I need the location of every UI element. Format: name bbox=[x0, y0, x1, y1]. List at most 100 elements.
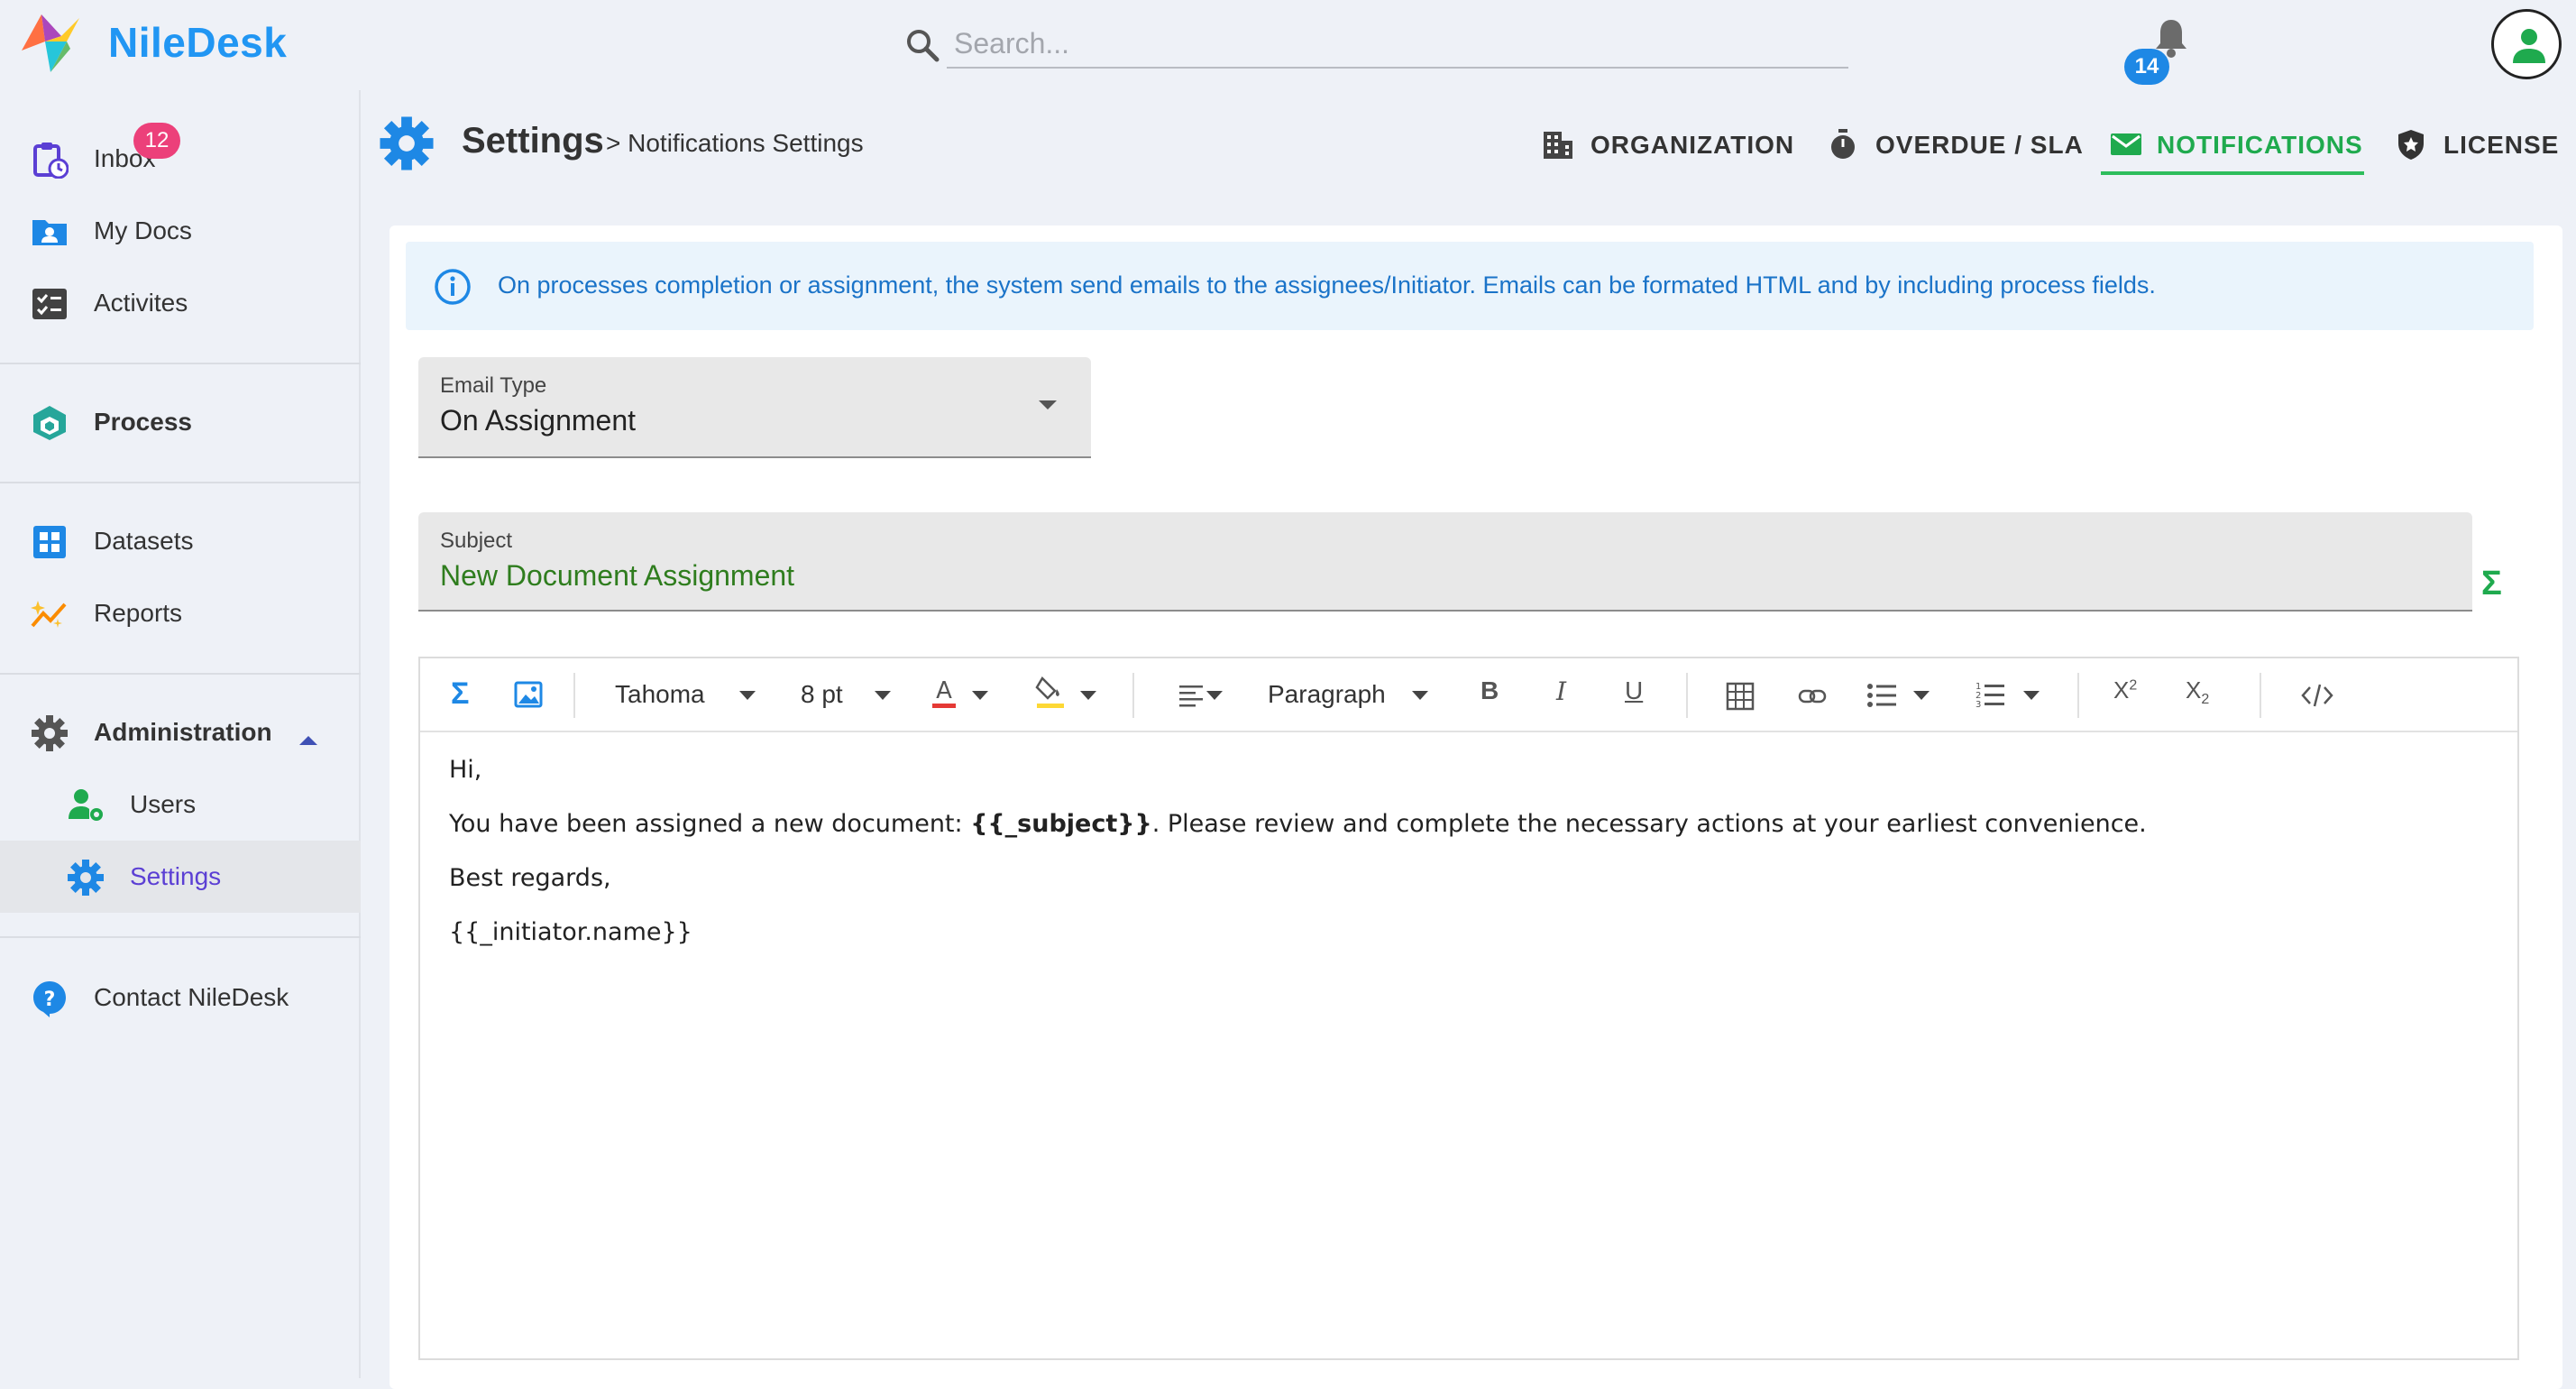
settings-gear-icon bbox=[379, 115, 435, 171]
font-family-select[interactable]: Tahoma bbox=[600, 658, 772, 732]
sidebar-item-datasets[interactable]: Datasets bbox=[0, 505, 361, 577]
insert-field-sigma-icon[interactable]: Σ bbox=[2481, 565, 2502, 603]
insert-table-button[interactable] bbox=[1722, 658, 1758, 732]
image-icon bbox=[514, 680, 543, 709]
brand-name[interactable]: NileDesk bbox=[108, 18, 287, 67]
search-icon[interactable] bbox=[904, 27, 940, 63]
sidebar-item-settings[interactable]: Settings bbox=[0, 841, 361, 913]
cube-icon bbox=[31, 404, 69, 442]
subscript-icon: X2 bbox=[2186, 676, 2210, 708]
niledesk-logo-icon[interactable] bbox=[14, 5, 87, 78]
chevron-down-icon bbox=[2023, 691, 2040, 700]
sidebar-item-my-docs[interactable]: My Docs bbox=[0, 195, 361, 267]
block-format-select[interactable]: Paragraph bbox=[1253, 658, 1434, 732]
subject-field[interactable]: Subject New Document Assignment bbox=[418, 512, 2472, 612]
underline-button[interactable]: U bbox=[1618, 658, 1654, 732]
subject-value[interactable]: New Document Assignment bbox=[440, 559, 794, 593]
text-color-icon: A bbox=[930, 673, 958, 713]
clipboard-clock-icon bbox=[31, 141, 69, 179]
folder-user-icon bbox=[31, 213, 69, 251]
tab-label: OVERDUE / SLA bbox=[1875, 131, 2084, 159]
highlight-color-button[interactable] bbox=[1030, 658, 1111, 732]
grid-icon bbox=[31, 523, 69, 561]
superscript-button[interactable]: X2 bbox=[2112, 658, 2148, 732]
page-title: Settings bbox=[462, 121, 604, 161]
tab-license[interactable]: LICENSE bbox=[2395, 112, 2560, 175]
sidebar-divider bbox=[0, 482, 361, 483]
tab-organization[interactable]: ORGANIZATION bbox=[1542, 112, 1794, 175]
sidebar-item-label: Process bbox=[94, 408, 192, 436]
info-text: On processes completion or assignment, t… bbox=[498, 271, 2156, 299]
bullet-list-button[interactable] bbox=[1866, 658, 1939, 732]
italic-button[interactable]: I bbox=[1545, 658, 1581, 732]
font-size-select[interactable]: 8 pt bbox=[786, 658, 891, 732]
email-type-select[interactable]: Email Type On Assignment bbox=[418, 357, 1091, 458]
tab-label: ORGANIZATION bbox=[1591, 131, 1795, 159]
sidebar-item-label: Reports bbox=[94, 599, 183, 627]
superscript-icon: X2 bbox=[2113, 676, 2138, 704]
numbered-list-icon: 1 2 3 bbox=[1975, 680, 2005, 709]
italic-icon: I bbox=[1556, 676, 1567, 706]
gear-icon bbox=[67, 859, 105, 897]
sidebar-item-process[interactable]: Process bbox=[0, 386, 361, 458]
body-text: . Please review and complete the necessa… bbox=[1151, 810, 2147, 838]
email-type-label: Email Type bbox=[440, 373, 547, 398]
rich-text-editor[interactable]: Σ Tahoma 8 pt A Paragraph B I U 1 2 3 X2… bbox=[418, 657, 2519, 1360]
sidebar-item-users[interactable]: Users bbox=[0, 768, 361, 841]
gear-icon bbox=[31, 714, 69, 752]
toolbar-separator bbox=[2077, 673, 2079, 718]
numbered-list-button[interactable]: 1 2 3 bbox=[1975, 658, 2047, 732]
search-input[interactable] bbox=[947, 20, 1848, 69]
body-line: Hi, bbox=[449, 756, 482, 784]
body-line: Best regards, bbox=[449, 864, 611, 892]
align-button[interactable] bbox=[1178, 658, 1232, 732]
chevron-down-icon bbox=[875, 691, 891, 700]
sidebar-item-inbox[interactable]: Inbox bbox=[0, 123, 361, 195]
help-icon: ? bbox=[31, 980, 69, 1017]
bold-button[interactable]: B bbox=[1473, 658, 1509, 732]
text-color-button[interactable]: A bbox=[925, 658, 1006, 732]
user-avatar[interactable] bbox=[2491, 9, 2562, 79]
tab-overdue-sla[interactable]: OVERDUE / SLA bbox=[1827, 112, 2083, 175]
sidebar-item-reports[interactable]: Reports bbox=[0, 577, 361, 649]
stopwatch-icon bbox=[1827, 128, 1859, 161]
source-code-button[interactable] bbox=[2297, 658, 2337, 732]
bullet-list-icon bbox=[1866, 682, 1897, 709]
insert-link-button[interactable] bbox=[1794, 658, 1830, 732]
toolbar-separator bbox=[1132, 673, 1134, 718]
chevron-down-icon bbox=[739, 691, 756, 700]
svg-text:?: ? bbox=[44, 989, 56, 1011]
top-bar: NileDesk 14 bbox=[0, 0, 2576, 90]
sidebar-item-activites[interactable]: Activites bbox=[0, 267, 361, 339]
insert-image-button[interactable] bbox=[510, 658, 546, 732]
body-text: You have been assigned a new document: bbox=[449, 810, 971, 838]
table-icon bbox=[1726, 682, 1755, 711]
sidebar-item-label: Administration bbox=[94, 718, 272, 746]
chevron-up-icon[interactable] bbox=[299, 736, 317, 745]
sidebar-divider bbox=[0, 363, 361, 364]
tab-label: LICENSE bbox=[2443, 131, 2560, 159]
info-icon bbox=[433, 267, 472, 307]
dropdown-arrow-icon[interactable] bbox=[1039, 400, 1057, 409]
notification-count-badge[interactable]: 14 bbox=[2124, 49, 2169, 85]
chevron-down-icon bbox=[972, 691, 988, 700]
underline-icon: U bbox=[1625, 676, 1644, 704]
sidebar-item-administration[interactable]: Administration bbox=[0, 696, 361, 768]
svg-text:A: A bbox=[936, 677, 952, 704]
tab-notifications[interactable]: NOTIFICATIONS bbox=[2101, 112, 2364, 175]
toolbar-separator bbox=[2260, 673, 2261, 718]
chevron-down-icon bbox=[1206, 691, 1223, 700]
bold-icon: B bbox=[1481, 676, 1499, 704]
body-line: {{_initiator.name}} bbox=[449, 918, 692, 946]
svg-text:3: 3 bbox=[1976, 700, 1981, 709]
chevron-down-icon bbox=[1080, 691, 1096, 700]
subject-label: Subject bbox=[440, 529, 513, 553]
subscript-button[interactable]: X2 bbox=[2184, 658, 2220, 732]
insert-field-button[interactable]: Σ bbox=[447, 658, 483, 732]
chevron-down-icon bbox=[1913, 691, 1930, 700]
email-type-value: On Assignment bbox=[440, 404, 636, 437]
sidebar-divider bbox=[0, 673, 361, 675]
checklist-icon bbox=[31, 285, 69, 323]
sidebar-item-contact[interactable]: ? Contact NileDesk bbox=[0, 961, 361, 1034]
font-size-value: 8 pt bbox=[801, 680, 843, 708]
